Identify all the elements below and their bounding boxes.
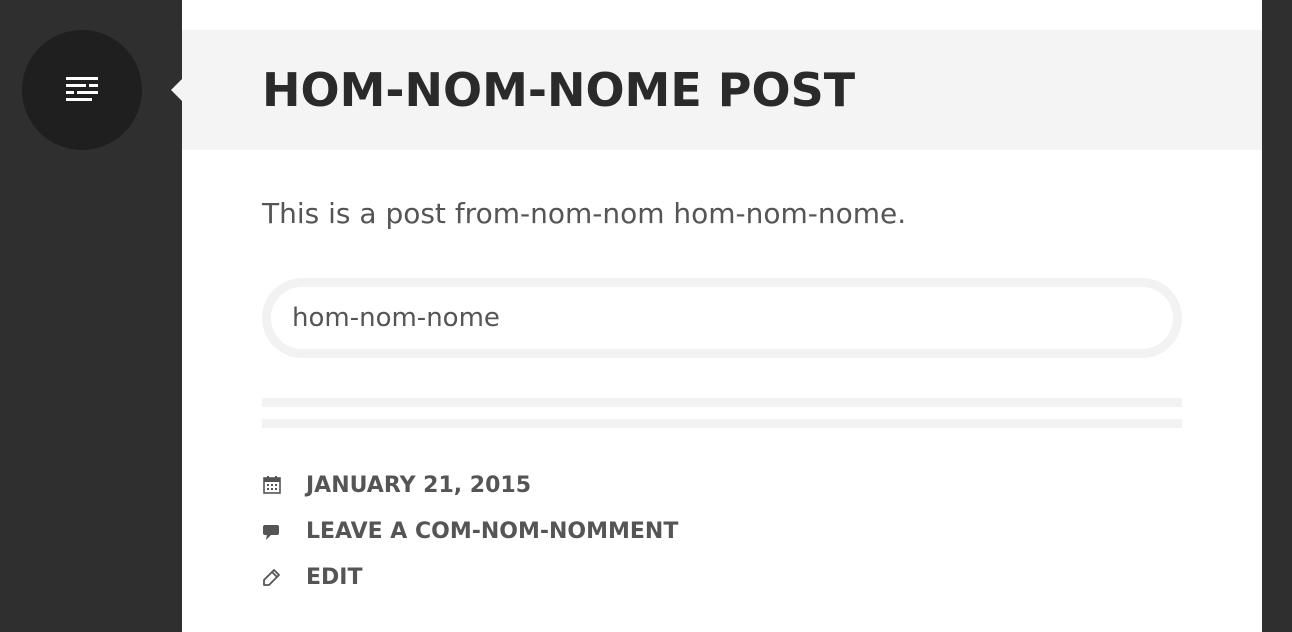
right-margin [1262,0,1292,632]
post-title[interactable]: HOM-NOM-NOME POST [262,58,855,122]
pencil-icon [263,569,280,586]
sidebar [0,0,182,632]
post-tag-label[interactable]: hom-nom-nome [292,300,500,336]
calendar-icon [263,476,281,494]
divider [262,398,1182,407]
post-article: HOM-NOM-NOME POST This is a post from-no… [182,0,1262,632]
divider [262,419,1182,428]
leave-comment-link[interactable]: LEAVE A COM-NOM-NOMMENT [306,517,678,547]
menu-lines-icon [66,77,98,101]
post-date-link[interactable]: JANUARY 21, 2015 [306,471,531,501]
menu-toggle-button[interactable] [22,30,142,150]
post-tag[interactable]: hom-nom-nome [262,278,1182,358]
comment-icon [263,525,279,540]
sidebar-pointer-arrow [171,79,182,101]
post-content: This is a post from-nom-nom hom-nom-nome… [262,197,907,230]
edit-post-link[interactable]: EDIT [306,563,362,593]
post-header: HOM-NOM-NOME POST [182,30,1262,150]
